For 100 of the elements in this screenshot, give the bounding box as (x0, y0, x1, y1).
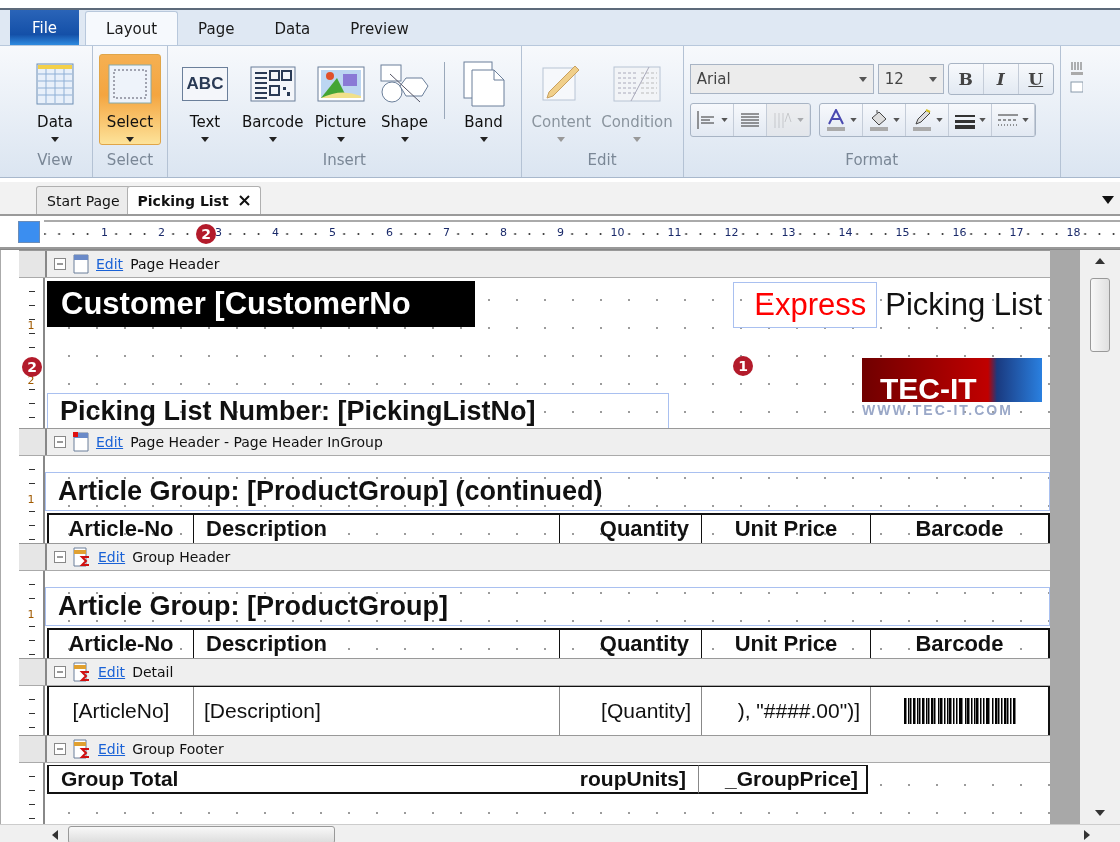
edit-link[interactable]: Edit (98, 549, 126, 565)
edit-link[interactable]: Edit (98, 741, 126, 757)
caret-icon (51, 137, 59, 142)
scroll-left-icon[interactable] (52, 830, 58, 840)
font-color-icon (824, 109, 847, 131)
report-field[interactable]: Article Group: [ProductGroup] (45, 587, 1050, 626)
caret-icon (892, 118, 900, 122)
ribbon-button[interactable]: Band (452, 54, 515, 145)
ruler-number: 7 (441, 226, 452, 239)
ribbon-group-label: Format (844, 151, 900, 171)
scroll-up-icon[interactable] (1095, 258, 1105, 264)
shapes-icon (379, 64, 430, 104)
ruler-number: 1 (27, 319, 35, 332)
vertical-scrollbar[interactable] (1080, 250, 1120, 824)
dropdown-arrow-icon[interactable] (1102, 196, 1114, 204)
ribbon-group-label: Insert (321, 151, 367, 171)
ribbon-tab[interactable]: Layout (85, 11, 179, 45)
ruler-number: 1 (99, 226, 110, 239)
ruler-number: 14 (836, 226, 855, 239)
edit-link[interactable]: Edit (96, 256, 124, 272)
caret-icon (935, 118, 943, 122)
ribbon-tab[interactable]: Preview (330, 12, 429, 45)
report-field[interactable]: _GroupPrice] (699, 765, 868, 794)
collapse-icon[interactable] (54, 258, 66, 270)
font-size-dropdown[interactable]: 12 (877, 64, 944, 94)
band-title: Group Header (132, 549, 231, 565)
pencil-icon (541, 64, 582, 104)
band-title: Page Header (130, 256, 220, 272)
ruler-number: 17 (1007, 226, 1026, 239)
sum-page-icon (73, 662, 91, 682)
sum-page-icon (73, 739, 91, 759)
edit-link[interactable]: Edit (98, 664, 126, 680)
report-title[interactable]: Picking List (885, 287, 1042, 323)
ruler-number: 6 (384, 226, 395, 239)
caret-icon (978, 118, 986, 122)
ruler-number: 16 (950, 226, 969, 239)
ribbon-tab[interactable]: Data (254, 12, 331, 45)
ruler-number: 1 (27, 608, 35, 621)
caret-icon (557, 137, 566, 142)
caret-icon (1021, 118, 1029, 122)
ribbon-group-label: View (36, 151, 74, 171)
file-menu-button[interactable]: File (10, 10, 80, 45)
paint-bucket-icon (867, 109, 890, 131)
callout-badge: 1 (733, 356, 753, 376)
column-header[interactable]: Article-No (49, 630, 193, 658)
text-icon: ABC (181, 67, 229, 101)
edit-link[interactable]: Edit (96, 434, 124, 450)
document-tab[interactable]: Picking List (126, 186, 261, 214)
callout-badge: 2 (22, 357, 42, 377)
text-style-button[interactable]: I (983, 64, 1019, 94)
report-field[interactable]: [ArticleNo] (49, 687, 193, 735)
ribbon-button[interactable]: Picture (309, 54, 372, 145)
ruler-number: 11 (665, 226, 684, 239)
barcode-drawing[interactable] (903, 698, 1016, 724)
caret-icon (201, 137, 209, 142)
scrollbar-thumb[interactable] (68, 826, 335, 842)
report-label[interactable]: Express (733, 282, 878, 328)
ruler-number: 4 (270, 226, 281, 239)
text-style-button[interactable]: U (1018, 64, 1053, 94)
caret-icon (479, 137, 488, 142)
report-field[interactable]: Customer [CustomerNo (47, 281, 475, 327)
logo-url: WWW.TEC-IT.COM (862, 402, 1014, 418)
band-title: Page Header - Page Header InGroup (130, 434, 383, 450)
ruler-number: 2 (156, 226, 167, 239)
text-style-button[interactable]: B (948, 64, 984, 94)
ribbon-group-label: Edit (586, 151, 618, 171)
collapse-icon[interactable] (54, 436, 66, 448)
scroll-down-icon[interactable] (1095, 810, 1105, 816)
collapse-icon[interactable] (54, 743, 66, 755)
condition-icon (612, 66, 661, 102)
ruler-number: 5 (327, 226, 338, 239)
scroll-right-icon[interactable] (1084, 830, 1090, 840)
report-field[interactable]: Article Group: [ProductGroup] (continued) (45, 472, 1050, 511)
line-style-icon (996, 111, 1019, 129)
collapse-icon[interactable] (54, 666, 66, 678)
font-dropdown[interactable]: Arial (689, 64, 874, 94)
barcode-icon (249, 66, 296, 102)
ribbon-button[interactable]: Select (99, 54, 161, 145)
ribbon-button[interactable]: Barcode (238, 54, 308, 145)
ruler-number: 13 (779, 226, 798, 239)
ribbon-tab[interactable]: Page (178, 12, 255, 45)
ruler-corner-button[interactable] (18, 220, 40, 243)
ribbon-button[interactable]: Data (24, 54, 86, 145)
collapse-icon[interactable] (54, 551, 66, 563)
caret-icon (268, 137, 277, 142)
column-header[interactable]: Article-No (49, 515, 193, 543)
page-icon (73, 254, 89, 274)
caret-icon (796, 118, 804, 122)
ruler-number: 18 (1064, 226, 1083, 239)
caret-icon (336, 137, 345, 142)
ribbon-button[interactable]: Shape (373, 54, 436, 145)
sum-page-icon (73, 547, 91, 567)
horizontal-scrollbar[interactable] (0, 824, 1120, 842)
callout-badge: 2 (196, 223, 216, 244)
caret-icon (928, 76, 937, 82)
scrollbar-thumb[interactable] (1090, 278, 1110, 352)
close-icon[interactable] (238, 195, 250, 206)
caret-icon (720, 118, 728, 122)
ribbon-button[interactable]: ABC Text (174, 54, 236, 145)
page-icon (73, 432, 89, 452)
